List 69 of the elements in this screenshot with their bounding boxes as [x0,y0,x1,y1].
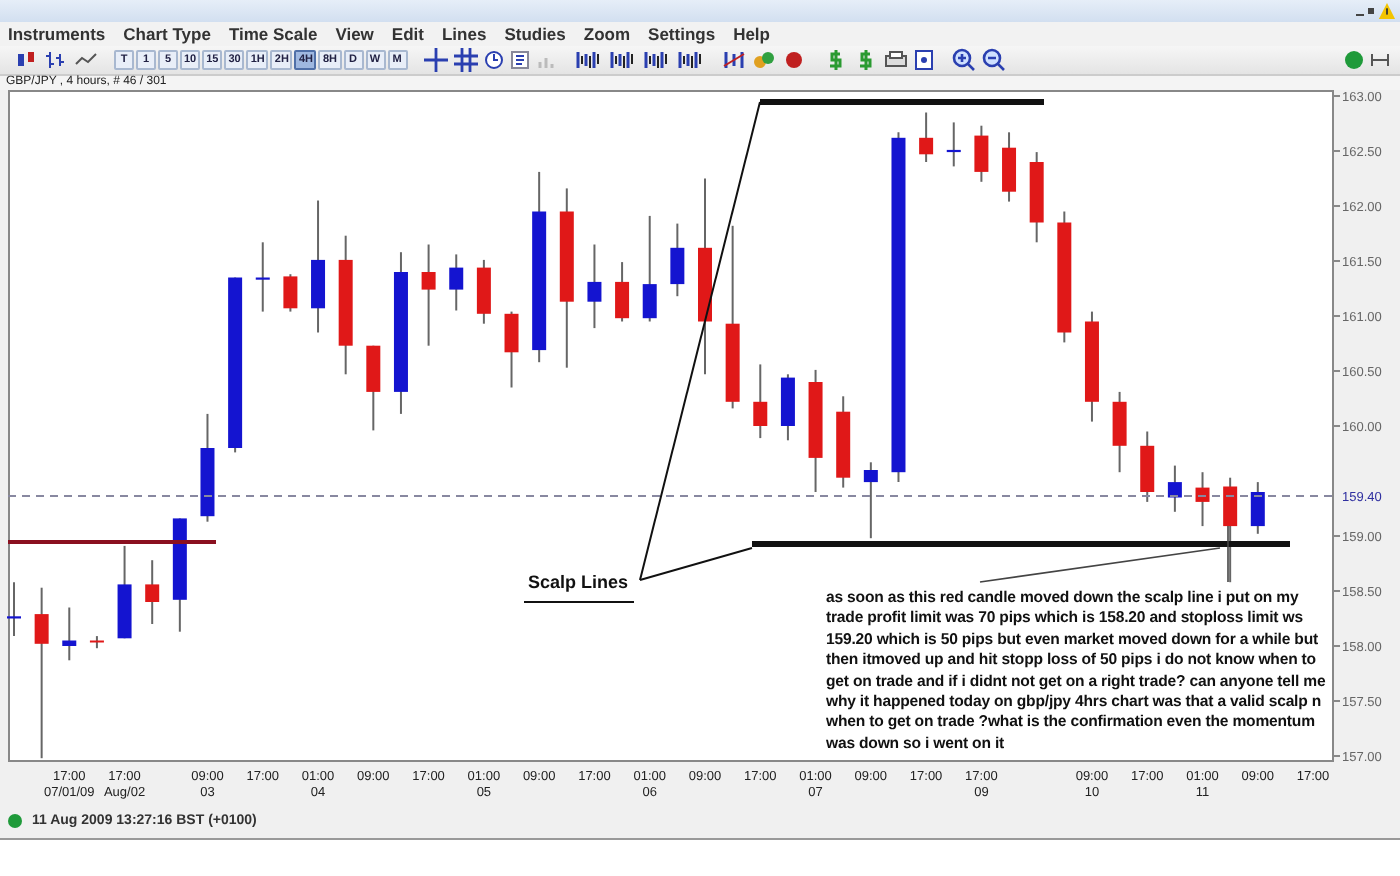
menu-item[interactable]: Chart Type [123,24,211,44]
candlestick [7,581,21,638]
candlestick [587,243,602,330]
candles-tool-icon[interactable] [571,48,603,72]
menu-item[interactable]: Settings [648,24,716,44]
crosshair-icon[interactable] [421,48,449,72]
candlestick [89,635,104,650]
candlestick [1223,476,1238,584]
candlestick [808,368,823,493]
zoom-out-icon[interactable] [979,48,1007,72]
candlestick [338,234,353,376]
candles-tool-icon[interactable] [605,48,637,72]
candlestick [283,273,298,313]
print-icon[interactable] [881,48,909,72]
candlestick [1167,464,1182,513]
menu-item[interactable]: Time Scale [228,24,318,44]
candlestick [974,124,989,183]
candlestick [421,243,436,347]
candlestick [311,199,326,334]
candlestick [670,222,685,298]
menu-item[interactable]: Zoom [583,24,631,44]
menu-item[interactable]: Lines [441,24,487,44]
candlestick [919,111,934,163]
document-icon[interactable] [911,48,935,72]
candlestick [145,559,160,625]
menu-item[interactable]: Studies [504,24,566,44]
chart-tool-icon[interactable] [719,48,747,72]
candlestick [366,344,381,432]
candlestick [836,395,851,489]
warning-icon [1378,2,1396,20]
candlestick [1084,310,1099,423]
status-dot-icon[interactable] [1342,48,1366,72]
grid-icon[interactable] [451,48,479,72]
zoom-in-icon[interactable] [949,48,977,72]
candlestick [255,241,270,313]
candlestick [200,412,215,523]
candlestick [1057,210,1072,344]
candles-tool-icon[interactable] [673,48,705,72]
callout-label: Scalp Lines [528,572,629,592]
candlestick [863,461,878,540]
candlestick [753,363,768,440]
candlestick [1002,131,1017,203]
collapse-icon[interactable] [1368,48,1392,72]
candlestick [642,214,657,323]
candlestick [449,253,464,312]
candlestick [62,606,77,662]
menu-item[interactable]: Instruments [8,24,106,44]
candlestick [504,310,519,389]
menu-item[interactable]: Help [733,24,770,44]
bar-chart-icon[interactable] [42,48,70,72]
menu-item[interactable]: View [335,24,374,44]
candlestick [476,258,491,325]
candlestick [1195,471,1210,528]
candlestick [172,517,187,633]
candlestick [946,121,961,168]
candlestick-icon[interactable] [12,48,40,72]
menu-item[interactable]: Edit [391,24,424,44]
candlestick [1112,390,1127,474]
candlestick [780,373,795,442]
list-icon[interactable] [507,48,531,72]
candlestick [1250,481,1265,535]
candlestick [1140,430,1155,503]
candlestick [1029,151,1044,244]
candlestick [615,261,630,323]
underline [523,601,635,603]
candlestick [117,544,132,640]
candles-tool-icon[interactable] [639,48,671,72]
clock-icon[interactable] [481,48,505,72]
leader-line [1227,525,1229,583]
